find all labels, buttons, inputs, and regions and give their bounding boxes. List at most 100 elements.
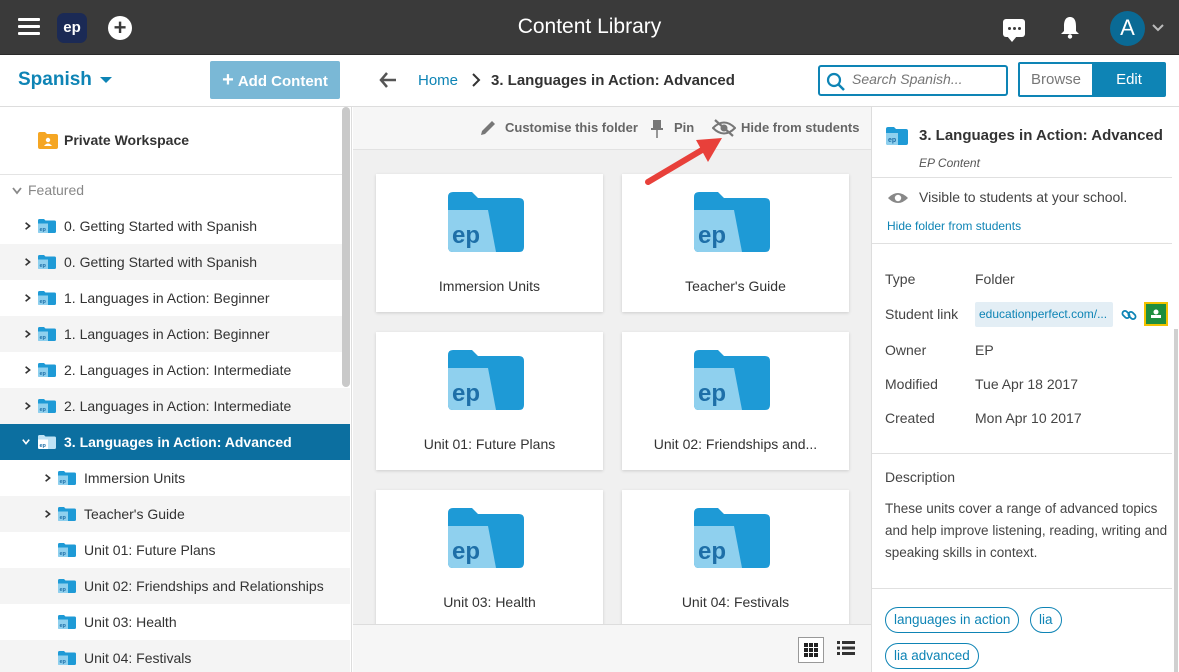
description-text: These units cover a range of advanced to… [885, 501, 1168, 560]
edit-button[interactable]: Edit [1092, 64, 1164, 95]
search-box [818, 65, 1008, 96]
sidebar-item-label: Unit 02: Friendships and Relationships [84, 578, 324, 594]
folder-card[interactable]: ep Teacher's Guide [622, 174, 849, 312]
ep-folder-icon: ep [58, 507, 76, 521]
pencil-icon [481, 121, 495, 135]
chevron-right-icon[interactable] [44, 473, 52, 483]
ep-folder-icon: ep [886, 127, 908, 145]
folder-card-label: Immersion Units [438, 278, 541, 294]
folder-card-label: Unit 02: Friendships and... [653, 436, 818, 452]
chevron-down-icon[interactable] [21, 438, 31, 446]
chat-icon[interactable] [1003, 19, 1025, 42]
sidebar-item-label: 3. Languages in Action: Advanced [64, 434, 292, 450]
sidebar-item[interactable]: ep 0. Getting Started with Spanish [0, 208, 350, 244]
classroom-person-icon [1151, 309, 1161, 318]
caret-down-icon [99, 76, 112, 83]
svg-text:ep: ep [40, 443, 47, 449]
sidebar-item[interactable]: ep 1. Languages in Action: Beginner [0, 280, 350, 316]
ep-folder-icon: ep [58, 543, 76, 557]
hide-folder-link[interactable]: Hide folder from students [887, 219, 1021, 233]
sidebar-item[interactable]: ep 2. Languages in Action: Intermediate [0, 388, 350, 424]
folder-card[interactable]: ep Unit 03: Health [376, 490, 603, 628]
sidebar-scrollbar[interactable] [342, 107, 350, 387]
divider [872, 243, 1172, 244]
sidebar-item-label: Unit 01: Future Plans [84, 542, 216, 558]
sidebar-item[interactable]: ep Unit 01: Future Plans [0, 532, 350, 568]
featured-label: Featured [28, 182, 85, 198]
add-content-button[interactable]: + Add Content [210, 61, 340, 99]
grid-view-button[interactable] [798, 637, 824, 663]
sub-header: Spanish + Add Content Home 3. Languages i… [0, 55, 1179, 107]
sidebar-item[interactable]: ep Immersion Units [0, 460, 350, 496]
subject-selector[interactable]: Spanish [18, 69, 112, 91]
tag[interactable]: lia [1030, 607, 1062, 633]
chevron-down-icon[interactable] [1152, 23, 1164, 33]
svg-text:ep: ep [40, 335, 47, 341]
sidebar-item-label: Teacher's Guide [84, 506, 185, 522]
owner-value: EP [975, 342, 994, 358]
search-icon [826, 72, 845, 91]
link-icon[interactable] [1121, 307, 1137, 323]
sidebar-item[interactable]: ep Unit 04: Festivals [0, 640, 350, 672]
breadcrumb-home[interactable]: Home [418, 72, 458, 89]
ep-folder-icon: ep [58, 615, 76, 629]
created-value: Mon Apr 10 2017 [975, 410, 1082, 426]
sidebar-item-private-workspace[interactable]: Private Workspace [0, 123, 342, 159]
chevron-right-icon[interactable] [24, 329, 32, 339]
sidebar: Private Workspace Featured ep 0. Getting … [0, 107, 352, 672]
chevron-right-icon[interactable] [24, 257, 32, 267]
tag[interactable]: lia advanced [885, 643, 979, 669]
browse-button[interactable]: Browse [1020, 64, 1092, 95]
bell-icon[interactable] [1060, 15, 1080, 39]
chevron-down-icon [12, 187, 22, 195]
details-scrollbar[interactable] [1174, 329, 1178, 672]
svg-text:ep: ep [40, 263, 47, 269]
svg-text:ep: ep [698, 538, 726, 565]
folder-card[interactable]: ep Unit 02: Friendships and... [622, 332, 849, 470]
details-panel: ep 3. Languages in Action: Advanced EP C… [871, 107, 1179, 672]
google-classroom-icon[interactable] [1144, 302, 1168, 326]
sidebar-item[interactable]: ep 2. Languages in Action: Intermediate [0, 352, 350, 388]
customise-folder-button[interactable]: Customise this folder [505, 120, 638, 135]
chevron-right-icon[interactable] [24, 401, 32, 411]
main-content: Customise this folder Pin Hide from stud… [353, 107, 871, 672]
sidebar-item[interactable]: ep Unit 02: Friendships and Relationships [0, 568, 350, 604]
svg-text:ep: ep [452, 538, 480, 565]
sidebar-item[interactable]: ep 3. Languages in Action: Advanced [0, 424, 350, 460]
ep-folder-icon: ep [448, 508, 524, 568]
private-folder-icon [38, 132, 58, 149]
ep-folder-icon: ep [58, 471, 76, 485]
featured-toggle[interactable]: Featured [12, 182, 84, 198]
folder-card-label: Unit 03: Health [443, 594, 536, 610]
student-link-label: Student link [885, 306, 959, 322]
sidebar-item[interactable]: ep 0. Getting Started with Spanish [0, 244, 350, 280]
search-input[interactable] [852, 71, 1002, 87]
chevron-right-icon[interactable] [44, 509, 52, 519]
folder-card[interactable]: ep Unit 04: Festivals [622, 490, 849, 628]
ep-folder-icon: ep [448, 350, 524, 410]
hide-from-students-button[interactable]: Hide from students [741, 120, 859, 135]
avatar[interactable]: A [1110, 11, 1145, 46]
sidebar-item[interactable]: ep Unit 03: Health [0, 604, 350, 640]
folder-card[interactable]: ep Immersion Units [376, 174, 603, 312]
ep-folder-icon: ep [448, 192, 524, 252]
svg-text:ep: ep [40, 371, 47, 377]
student-link-field[interactable]: educationperfect.com/... [975, 302, 1113, 327]
chevron-right-icon[interactable] [24, 221, 32, 231]
ep-folder-icon: ep [38, 399, 56, 413]
visibility-status: Visible to students at your school. [919, 189, 1128, 205]
chevron-right-icon[interactable] [24, 365, 32, 375]
sidebar-item[interactable]: ep 1. Languages in Action: Beginner [0, 316, 350, 352]
back-arrow-icon[interactable] [378, 70, 398, 90]
svg-text:ep: ep [698, 222, 726, 249]
sidebar-item-label: 1. Languages in Action: Beginner [64, 326, 270, 342]
folder-card[interactable]: ep Unit 01: Future Plans [376, 332, 603, 470]
sidebar-item-label: 0. Getting Started with Spanish [64, 254, 257, 270]
list-view-icon[interactable] [837, 640, 855, 656]
chevron-right-icon[interactable] [24, 293, 32, 303]
tag[interactable]: languages in action [885, 607, 1020, 633]
owner-label: Owner [885, 342, 927, 358]
ep-folder-icon: ep [58, 651, 76, 665]
ep-folder-icon: ep [38, 219, 56, 233]
sidebar-item[interactable]: ep Teacher's Guide [0, 496, 350, 532]
